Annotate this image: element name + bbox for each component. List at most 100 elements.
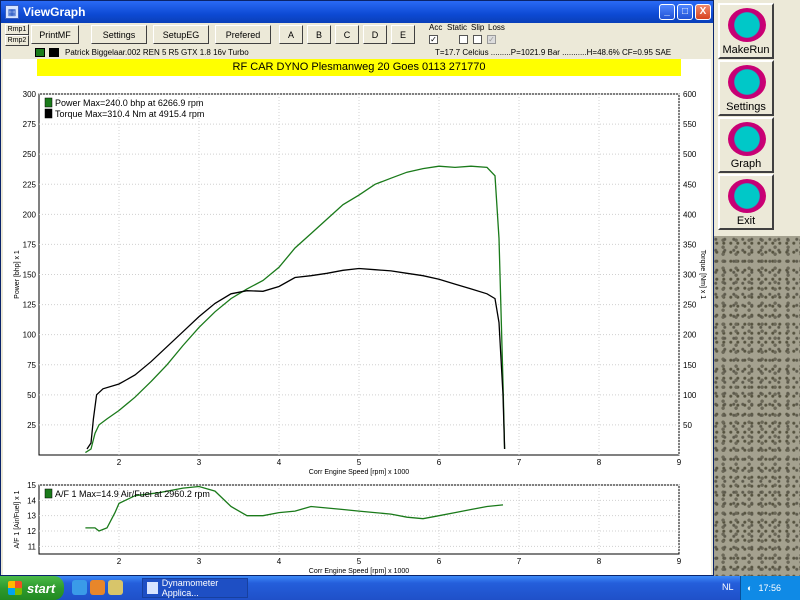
main-legend-swatch	[44, 97, 53, 108]
af-ytick-label: 13	[27, 512, 36, 521]
exit-button[interactable]: Exit	[718, 174, 774, 230]
main-y2tick-label: 300	[683, 271, 697, 280]
preset-c-button[interactable]: C	[335, 25, 359, 44]
slip-label: Slip	[471, 23, 485, 32]
acc-checkbox[interactable]: ✓	[429, 35, 438, 44]
af-ytick-label: 15	[27, 481, 36, 490]
command-panel: MakeRun Settings Graph Exit	[714, 0, 800, 236]
main-y2tick-label: 350	[683, 240, 697, 249]
power-torque-chart: 2 3 4 5 6 7 8 9 25 50 75 100 125 150 175 200 225 250 275 30…	[14, 90, 706, 476]
main-y2tick-label: 400	[683, 210, 697, 219]
exit-icon	[728, 179, 766, 213]
minimize-button[interactable]: _	[659, 4, 675, 20]
main-ytick-label: 225	[23, 180, 37, 189]
af-x-axis-label: Corr Engine Speed [rpm] x 1000	[309, 568, 409, 575]
main-y2tick-label: 550	[683, 120, 697, 129]
dyno-charts: 2 3 4 5 6 7 8 925507510012515017520022525027530…	[14, 90, 706, 575]
main-legend-label: Power Max=240.0 bhp at 6266.9 rpm	[55, 98, 203, 108]
desktop-background	[714, 236, 800, 576]
main-ytick-label: 200	[23, 210, 37, 219]
app-icon: ▦	[5, 5, 19, 19]
preset-e-button[interactable]: E	[391, 25, 415, 44]
windows-logo-icon	[8, 581, 22, 595]
af-ytick-label: 11	[28, 542, 37, 551]
af-xtick-label: 3	[197, 557, 202, 566]
af-y-axis-label: A/F 1 [Air/Fuel] x 1	[14, 490, 21, 548]
prefered-button[interactable]: Prefered	[215, 25, 271, 44]
close-button[interactable]: X	[695, 4, 711, 20]
panel-settings-label: Settings	[726, 101, 766, 113]
printmf-button[interactable]: PrintMF	[31, 25, 79, 44]
run-info-line: Patrick Biggelaar.002 REN 5 R5 GTX 1.8 1…	[3, 47, 711, 59]
main-legend-swatch	[44, 108, 53, 119]
main-y2tick-label: 250	[683, 301, 697, 310]
af-xtick-label: 6	[437, 557, 442, 566]
main-xtick-label: 9	[677, 458, 682, 467]
main-ytick-label: 50	[27, 391, 36, 400]
main-xtick-label: 6	[437, 458, 442, 467]
main-y2tick-label: 200	[683, 331, 697, 340]
graph-button[interactable]: Graph	[718, 117, 774, 173]
window-title: ViewGraph	[23, 5, 86, 19]
ie-quicklaunch-icon[interactable]	[72, 580, 87, 595]
main-ytick-label: 100	[23, 331, 37, 340]
main-xtick-label: 8	[597, 458, 602, 467]
firefox-quicklaunch-icon[interactable]	[90, 580, 105, 595]
start-button[interactable]: start	[0, 576, 64, 600]
preset-b-button[interactable]: B	[307, 25, 331, 44]
main-y2tick-label: 450	[683, 180, 697, 189]
rmp2-button[interactable]: Rmp2	[5, 35, 29, 46]
settings-button[interactable]: Settings	[91, 25, 147, 44]
main-y-axis-label: Power [bhp] x 1	[14, 250, 21, 299]
system-tray: ◐ 17:56	[740, 576, 800, 600]
language-indicator[interactable]: NL	[722, 582, 734, 592]
preset-d-button[interactable]: D	[363, 25, 387, 44]
slip-checkbox[interactable]	[473, 35, 482, 44]
main-xtick-label: 5	[357, 458, 362, 467]
af-legend-label: A/F 1 Max=14.9 Air/Fuel at 2960.2 rpm	[55, 489, 210, 499]
main-y2tick-label: 150	[683, 361, 697, 370]
air-fuel-chart: 2 3 4 5 6 7 8 9 11 12 13 14 15 Corr Engine Speed [rpm…	[14, 481, 682, 575]
dyno-app-icon	[147, 582, 158, 594]
main-ytick-label: 125	[23, 301, 37, 310]
run-name: Patrick Biggelaar.002 REN 5 R5 GTX 1.8 1…	[65, 48, 249, 57]
main-y2tick-label: 50	[683, 421, 692, 430]
af-xtick-label: 2	[117, 557, 122, 566]
makerun-button[interactable]: MakeRun	[718, 3, 774, 59]
toolbar: Rmp1 Rmp2 PrintMF Settings SetupEG Prefe…	[3, 23, 711, 47]
taskbar-item-label: Dynamometer Applica...	[161, 578, 219, 598]
main-y2-axis-label: Torque [Nm] x 1	[699, 250, 706, 300]
setupeg-button[interactable]: SetupEG	[153, 25, 209, 44]
title-bar[interactable]: ▦ ViewGraph _ □ X	[1, 1, 713, 23]
loss-checkbox: ✓	[487, 35, 496, 44]
main-ytick-label: 75	[27, 361, 36, 370]
maximize-button[interactable]: □	[677, 4, 693, 20]
main-ytick-label: 250	[23, 150, 37, 159]
main-y2tick-label: 100	[683, 391, 697, 400]
af-xtick-label: 4	[277, 557, 282, 566]
static-label: Static	[447, 23, 468, 32]
main-xtick-label: 7	[517, 458, 522, 467]
tray-icon[interactable]: ◐	[747, 583, 752, 593]
af-xtick-label: 8	[597, 557, 602, 566]
torque-color-swatch	[49, 48, 59, 57]
dyno-banner: RF CAR DYNO Plesmanweg 20 Goes 0113 2717…	[37, 59, 681, 76]
settings-icon	[728, 65, 766, 99]
af-xtick-label: 9	[677, 557, 682, 566]
af-xtick-label: 5	[357, 557, 362, 566]
client-area: Rmp1 Rmp2 PrintMF Settings SetupEG Prefe…	[3, 23, 711, 575]
main-legend-label: Torque Max=310.4 Nm at 4915.4 rpm	[55, 109, 204, 119]
main-ytick-label: 275	[23, 120, 37, 129]
panel-settings-button[interactable]: Settings	[718, 60, 774, 116]
static-checkbox[interactable]	[459, 35, 468, 44]
main-xtick-label: 3	[197, 458, 202, 467]
makerun-label: MakeRun	[722, 44, 770, 56]
rmp1-button[interactable]: Rmp1	[5, 24, 29, 35]
loss-label: Loss	[488, 23, 505, 32]
folder-quicklaunch-icon[interactable]	[108, 580, 123, 595]
main-y2tick-label: 600	[683, 90, 697, 99]
clock: 17:56	[758, 583, 781, 593]
preset-a-button[interactable]: A	[279, 25, 303, 44]
af-xtick-label: 7	[517, 557, 522, 566]
taskbar-item-dynamometer[interactable]: Dynamometer Applica...	[142, 578, 248, 598]
